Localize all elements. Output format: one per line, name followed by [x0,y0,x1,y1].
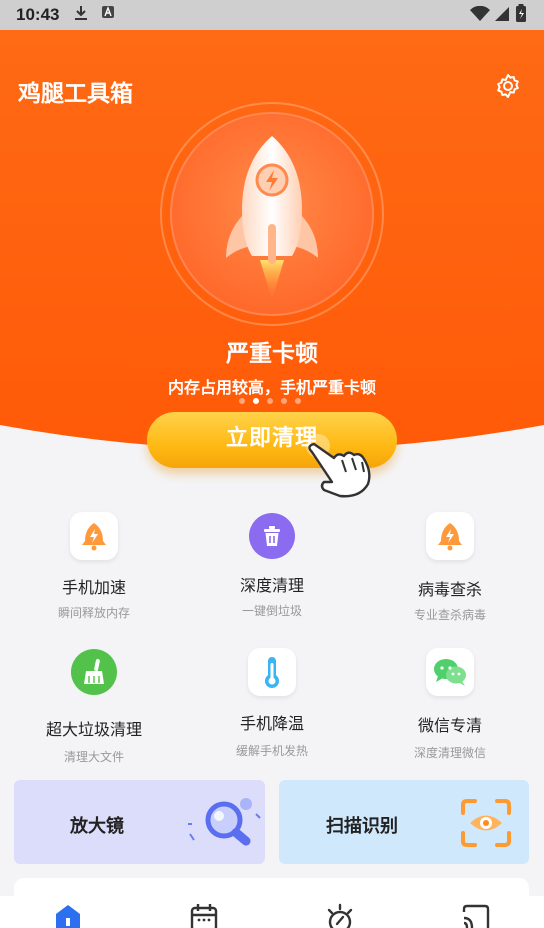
wechat-icon [434,659,466,686]
scan-eye-icon [461,799,511,847]
sun-compass-icon [327,903,353,928]
pager-dot [267,398,273,404]
rocket-icon [226,136,318,300]
pager-dots [239,398,301,404]
feature-icon-box [248,512,296,560]
feature-title: 深度清理 [239,576,304,595]
feature-title: 手机降温 [239,714,304,733]
wifi-icon [470,5,490,25]
feature-icon-box [426,512,474,560]
feature-title: 超大垃圾清理 [45,720,142,739]
trash-icon [249,513,295,559]
cast-icon [462,904,490,928]
feature-subtitle: 一键倒垃圾 [241,604,302,618]
thermometer-icon [265,657,279,688]
status-title: 严重卡顿 [226,341,318,367]
feature-subtitle: 缓解手机发热 [235,744,308,758]
feature-subtitle: 深度清理微信 [413,746,486,760]
calendar-icon [190,904,218,928]
magnifier-icon [188,798,261,846]
tab-discover[interactable] [324,902,356,928]
app-title: 鸡腿工具箱 [18,81,133,107]
feature-icon-box [426,648,474,696]
feature-title: 病毒查杀 [417,580,482,599]
pager-dot [239,398,245,404]
gear-icon [497,74,519,98]
feature-deep-clean[interactable]: 深度清理 一键倒垃圾 [182,512,362,619]
pointing-hand-icon [306,434,371,498]
feature-phone-cooling[interactable]: 手机降温 缓解手机发热 [182,648,362,759]
settings-button[interactable] [494,72,522,100]
feature-large-junk[interactable]: 超大垃圾清理 清理大文件 [4,648,184,765]
tab-calendar[interactable] [188,902,220,928]
feature-icon-box [70,648,118,696]
feature-title: 微信专清 [417,716,482,735]
pager-dot [295,398,301,404]
pager-dot [281,398,287,404]
home-shield-icon [56,905,80,928]
tab-home[interactable] [52,902,84,928]
feature-icon-box [70,512,118,560]
feature-subtitle: 专业查杀病毒 [413,608,486,622]
feature-title: 手机加速 [61,578,126,597]
rocket-bell-icon [438,523,462,551]
card-label: 扫描识别 [326,816,398,837]
feature-virus-scan[interactable]: 病毒查杀 专业查杀病毒 [360,512,540,623]
scan-recognize-card[interactable]: 扫描识别 [279,780,529,864]
rocket-bell-icon [82,523,106,551]
signal-icon [494,6,510,25]
status-bar: 10:43 [0,0,544,30]
pager-dot-active [253,398,259,404]
tab-cast[interactable] [460,902,492,928]
status-time: 10:43 [16,5,60,24]
download-icon [74,5,88,24]
status-subtitle: 内存占用较高，手机严重卡顿 [167,378,376,397]
feature-phone-speedup[interactable]: 手机加速 瞬间释放内存 [4,512,184,621]
feature-subtitle: 清理大文件 [63,750,124,764]
card-label: 放大镜 [70,816,124,837]
battery-icon [516,4,526,25]
feature-wechat-clean[interactable]: 微信专清 深度清理微信 [360,648,540,761]
magnifier-card[interactable]: 放大镜 [14,780,265,864]
a-notification-icon [101,5,115,22]
feature-subtitle: 瞬间释放内存 [57,606,130,620]
feature-icon-box [248,648,296,696]
broom-icon [71,649,117,695]
bottom-tab-bar [0,896,544,928]
